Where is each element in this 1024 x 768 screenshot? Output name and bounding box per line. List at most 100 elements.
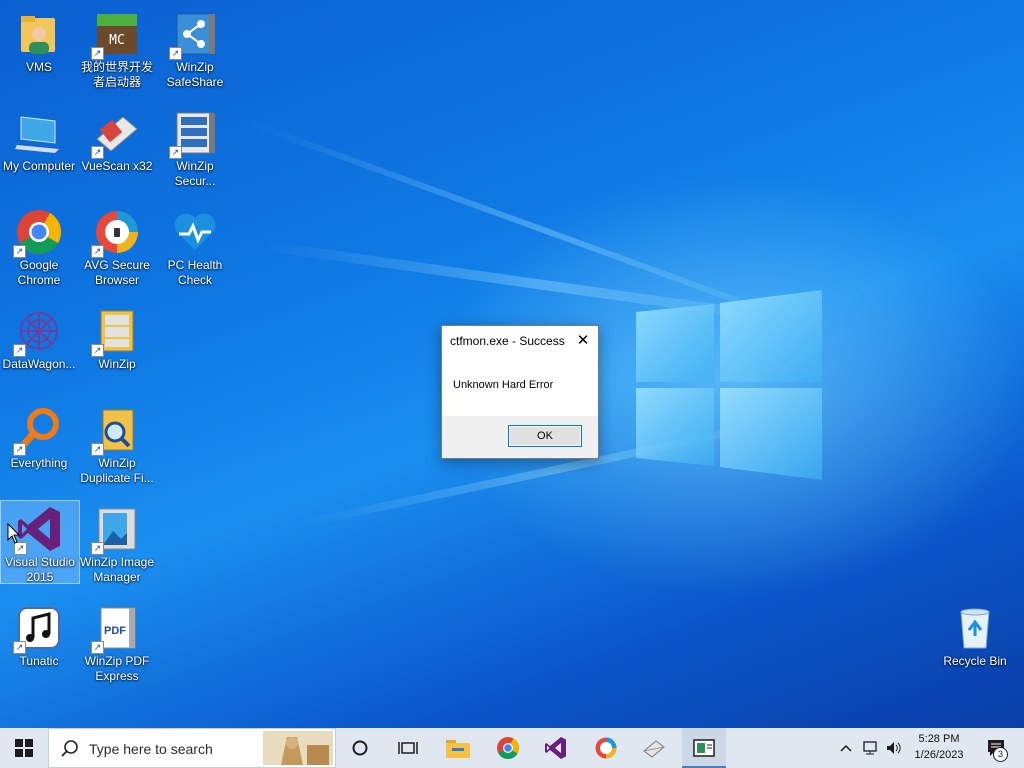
app-window-icon xyxy=(693,739,715,757)
clock-time: 5:28 PM xyxy=(918,733,960,745)
start-button[interactable] xyxy=(0,728,48,768)
desktop-icon-winzip[interactable]: ↗ WinZip xyxy=(78,303,156,372)
desktop-icon-minecraft-launcher[interactable]: MC ↗ 我的世界开发者启动器 xyxy=(78,6,156,90)
minecraft-icon: MC ↗ xyxy=(91,10,141,60)
desktop-icon-label: VMS xyxy=(25,60,52,74)
desktop-icon-label: DataWagon... xyxy=(2,357,76,371)
show-hidden-icons-button[interactable] xyxy=(836,728,856,768)
winzip-duplicate-icon: ↗ xyxy=(91,406,141,456)
winzip-image-icon: ↗ xyxy=(91,505,141,555)
winzip-secure-icon: ↗ xyxy=(169,109,219,159)
desktop-icon-google-chrome[interactable]: ↗ Google Chrome xyxy=(0,204,78,288)
shortcut-arrow-icon: ↗ xyxy=(91,542,104,555)
taskbar-clock[interactable]: 5:28 PM 1/26/2023 xyxy=(906,731,972,763)
taskbar-chrome[interactable] xyxy=(488,728,528,768)
desktop-icon-label: Google Chrome xyxy=(17,258,61,287)
winzip-share-icon: ↗ xyxy=(169,10,219,60)
windows-logo xyxy=(636,290,822,480)
start-icon xyxy=(15,739,33,757)
svg-text:MC: MC xyxy=(109,33,125,48)
shortcut-arrow-icon: ↗ xyxy=(91,641,104,654)
desktop-icon-label: PC Health Check xyxy=(167,258,223,287)
shortcut-arrow-icon: ↗ xyxy=(91,344,104,357)
taskbar-file-explorer[interactable] xyxy=(438,728,478,768)
winzip-cabinet-icon: ↗ xyxy=(91,307,141,357)
desktop-icon-pc-health-check[interactable]: PC Health Check xyxy=(156,204,234,288)
search-placeholder: Type here to search xyxy=(89,741,213,757)
desktop-icon-avg-browser[interactable]: ↗ AVG Secure Browser xyxy=(78,204,156,288)
dialog-message: Unknown Hard Error xyxy=(453,379,554,391)
desktop-icon-datawagon[interactable]: ↗ DataWagon... xyxy=(0,303,78,372)
close-icon[interactable]: ✕ xyxy=(568,326,598,356)
clock-date: 1/26/2023 xyxy=(914,749,964,761)
desktop-icon-vms[interactable]: VMS xyxy=(0,6,78,75)
taskbar-visual-studio[interactable] xyxy=(536,728,576,768)
svg-text:PDF: PDF xyxy=(104,625,126,637)
desktop-icon-label: WinZip PDF Express xyxy=(84,654,150,683)
network-icon xyxy=(863,741,877,755)
desktop-icon-winzip-secure[interactable]: ↗ WinZip Secur... xyxy=(156,105,234,189)
heart-pulse-icon xyxy=(171,208,219,256)
magnifier-icon: ↗ xyxy=(13,406,63,456)
desktop-icon-label: AVG Secure Browser xyxy=(84,258,150,287)
desktop-icon-label: My Computer xyxy=(2,159,76,173)
datawagon-icon: ↗ xyxy=(13,307,63,357)
dialog-footer: OK xyxy=(442,416,598,458)
desktop[interactable]: VMS My Computer ↗ Google Chrome ↗ DataWa… xyxy=(0,0,1024,728)
desktop-icon-label: WinZip Secur... xyxy=(174,159,216,188)
desktop-icon-my-computer[interactable]: My Computer xyxy=(0,105,78,174)
desktop-icon-everything[interactable]: ↗ Everything xyxy=(0,402,78,471)
cortana-button[interactable] xyxy=(340,728,380,768)
error-dialog[interactable]: ctfmon.exe - Success ✕ Unknown Hard Erro… xyxy=(441,325,599,459)
recycle-bin-icon xyxy=(951,604,999,652)
desktop-icon-tunatic[interactable]: ↗ Tunatic xyxy=(0,600,78,669)
task-view-button[interactable] xyxy=(388,728,428,768)
shortcut-arrow-icon: ↗ xyxy=(91,146,104,159)
user-folder-icon xyxy=(15,10,63,58)
shortcut-arrow-icon: ↗ xyxy=(91,245,104,258)
desktop-icon-label: WinZip SafeShare xyxy=(166,60,224,89)
taskbar-vuescan[interactable] xyxy=(634,728,674,768)
visual-studio-icon: ↗ xyxy=(14,505,64,555)
taskbar-avg-browser[interactable] xyxy=(586,728,626,768)
desktop-icon-recycle-bin[interactable]: Recycle Bin xyxy=(936,600,1014,669)
shortcut-arrow-icon: ↗ xyxy=(169,146,182,159)
shortcut-arrow-icon: ↗ xyxy=(91,443,104,456)
chrome-icon xyxy=(497,737,519,759)
desktop-icon-winzip-safeshare[interactable]: ↗ WinZip SafeShare xyxy=(156,6,234,90)
avg-browser-icon: ↗ xyxy=(91,208,141,258)
dialog-title: ctfmon.exe - Success xyxy=(450,334,565,348)
volume-button[interactable] xyxy=(884,728,904,768)
taskbar: Type here to search 5:28 PM 1/26/2023 3 xyxy=(0,728,1024,768)
desktop-icon-winzip-duplicate[interactable]: ↗ WinZip Duplicate Fi... xyxy=(78,402,156,486)
desktop-icon-winzip-pdf[interactable]: PDF ↗ WinZip PDF Express xyxy=(78,600,156,684)
ok-button[interactable]: OK xyxy=(508,425,582,447)
shortcut-arrow-icon: ↗ xyxy=(13,344,26,357)
vuescan-icon xyxy=(643,740,665,758)
taskbar-search-box[interactable]: Type here to search xyxy=(48,728,336,768)
task-view-icon xyxy=(398,742,418,754)
chrome-icon: ↗ xyxy=(13,208,63,258)
action-center-button[interactable]: 3 xyxy=(976,728,1016,768)
taskbar-active-app[interactable] xyxy=(682,728,726,768)
shortcut-arrow-icon: ↗ xyxy=(13,245,26,258)
cortana-icon xyxy=(352,740,368,756)
desktop-icon-label: Recycle Bin xyxy=(943,654,1007,668)
desktop-icon-label: Everything xyxy=(10,456,68,470)
speaker-icon xyxy=(887,742,901,754)
desktop-icon-label: Visual Studio 2015 xyxy=(5,555,75,584)
shortcut-arrow-icon: ↗ xyxy=(91,47,104,60)
desktop-icon-label: WinZip Image Manager xyxy=(79,555,155,584)
desktop-icon-winzip-image-manager[interactable]: ↗ WinZip Image Manager xyxy=(78,501,156,585)
shortcut-arrow-icon: ↗ xyxy=(169,47,182,60)
mouse-cursor-icon xyxy=(7,523,21,544)
desktop-icon-label: WinZip xyxy=(98,357,136,371)
computer-icon xyxy=(15,109,63,157)
winzip-pdf-icon: PDF ↗ xyxy=(91,604,141,654)
desktop-icon-vuescan[interactable]: ↗ VueScan x32 xyxy=(78,105,156,174)
desktop-icon-label: WinZip Duplicate Fi... xyxy=(80,456,154,485)
desktop-icon-label: VueScan x32 xyxy=(81,159,153,173)
network-button[interactable] xyxy=(860,728,882,768)
file-explorer-icon xyxy=(446,740,470,758)
shortcut-arrow-icon: ↗ xyxy=(13,641,26,654)
